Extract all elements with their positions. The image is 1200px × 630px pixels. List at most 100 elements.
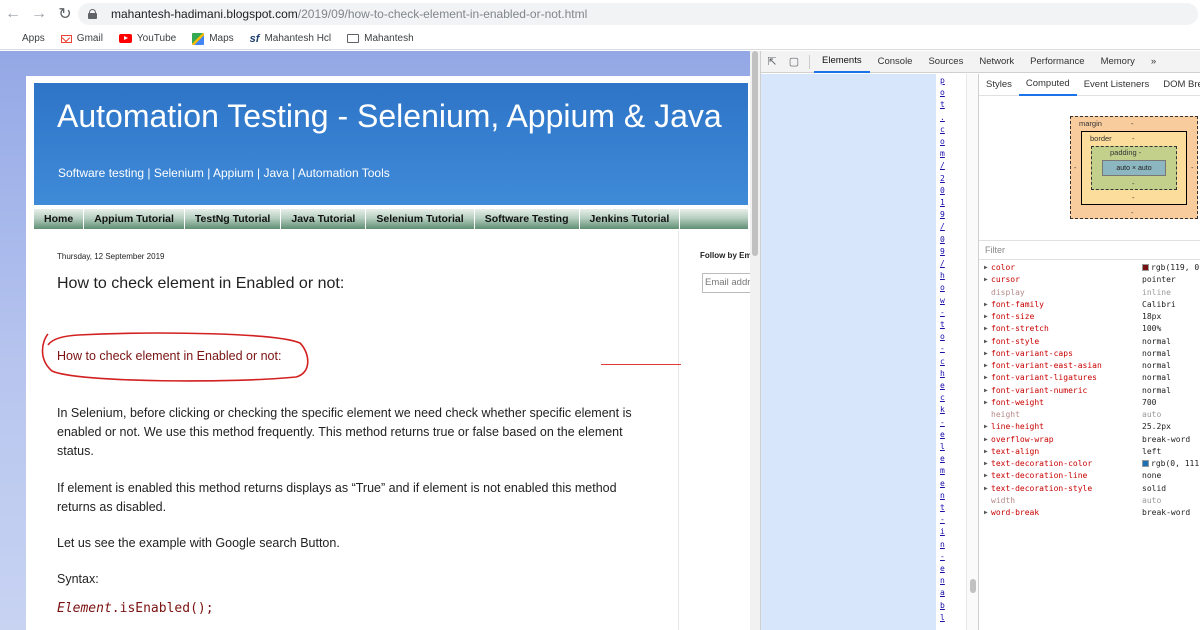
bookmark-maps[interactable]: Maps [192, 32, 234, 45]
post-date: Thursday, 12 September 2019 [57, 252, 165, 261]
property-value-text: rgb(119, 0 [1151, 263, 1200, 272]
expand-triangle-icon[interactable]: ▶ [984, 350, 988, 357]
tab-elements[interactable]: Elements [814, 51, 870, 73]
tab-console[interactable]: Console [870, 51, 921, 73]
computed-property-row[interactable]: width auto [979, 496, 1200, 508]
computed-property-row[interactable]: ▶ text-decoration-color rgb(0, 111 [979, 459, 1200, 471]
blog-title[interactable]: Automation Testing - Selenium, Appium & … [57, 98, 722, 135]
computed-property-row[interactable]: ▶ font-variant-numeric normal [979, 386, 1200, 398]
expand-triangle-icon[interactable]: ▶ [984, 460, 988, 467]
property-name: overflow-wrap [991, 434, 1054, 444]
expand-triangle-icon[interactable]: ▶ [984, 264, 988, 271]
computed-property-row[interactable]: ▶ color rgb(119, 0 [979, 263, 1200, 275]
computed-property-row[interactable]: ▶ word-break break-word [979, 508, 1200, 520]
address-bar[interactable]: mahantesh-hadimani.blogspot.com/2019/09/… [78, 3, 1198, 25]
computed-property-row[interactable]: ▶ font-family Calibri [979, 300, 1200, 312]
expand-triangle-icon[interactable]: ▶ [984, 387, 988, 394]
expand-triangle-icon[interactable]: ▶ [984, 509, 988, 516]
color-swatch[interactable] [1142, 460, 1149, 467]
expand-triangle-icon[interactable]: ▶ [984, 448, 988, 455]
expand-triangle-icon[interactable]: ▶ [984, 313, 988, 320]
margin-right-value: - [1191, 163, 1194, 172]
expand-triangle-icon[interactable]: ▶ [984, 472, 988, 479]
folder-icon [347, 34, 360, 43]
computed-property-row[interactable]: ▶ font-style normal [979, 337, 1200, 349]
computed-property-row[interactable]: ▶ font-stretch 100% [979, 324, 1200, 336]
property-value: 18px [1142, 312, 1161, 321]
back-arrow-icon[interactable]: ← [0, 1, 26, 27]
tab-home[interactable]: Home [34, 209, 85, 229]
red-annotation-line [601, 364, 681, 365]
url-text: mahantesh-hadimani.blogspot.com/2019/09/… [111, 7, 587, 21]
expand-triangle-icon[interactable]: ▶ [984, 436, 988, 443]
computed-property-row[interactable]: display inline [979, 288, 1200, 300]
tab-java-tutorial[interactable]: Java Tutorial [281, 209, 367, 229]
reload-icon[interactable]: ↻ [52, 1, 78, 27]
page-scrollbar[interactable] [750, 51, 760, 630]
elements-scrollbar-thumb[interactable] [970, 579, 976, 593]
expand-triangle-icon[interactable]: ▶ [984, 374, 988, 381]
box-model-content: auto × auto [1102, 160, 1166, 176]
elements-tree-pane[interactable] [761, 74, 936, 630]
code-italic: Element [57, 601, 112, 616]
blog-container: Automation Testing - Selenium, Appium & … [26, 76, 760, 630]
expand-triangle-icon[interactable]: ▶ [984, 338, 988, 345]
computed-property-row[interactable]: ▶ font-variant-caps normal [979, 349, 1200, 361]
property-value-text: none [1142, 471, 1162, 481]
bookmark-label: YouTube [136, 33, 177, 44]
property-value: normal [1142, 361, 1171, 370]
tab-styles[interactable]: Styles [979, 74, 1019, 96]
computed-property-row[interactable]: ▶ text-decoration-style solid [979, 484, 1200, 496]
color-swatch[interactable] [1142, 264, 1149, 271]
tab-sources[interactable]: Sources [920, 51, 971, 73]
computed-property-row[interactable]: ▶ text-decoration-line none [979, 471, 1200, 483]
elements-scrollbar[interactable] [966, 74, 978, 630]
post-paragraph-4: Syntax: [57, 572, 99, 586]
tab-jenkins-tutorial[interactable]: Jenkins Tutorial [580, 209, 681, 229]
tab-testng-tutorial[interactable]: TestNg Tutorial [185, 209, 282, 229]
forward-arrow-icon[interactable]: → [26, 1, 52, 27]
expand-triangle-icon[interactable]: ▶ [984, 276, 988, 283]
page-scrollbar-thumb[interactable] [752, 51, 758, 256]
device-toolbar-icon[interactable]: ▢ [783, 51, 805, 73]
property-name: height [991, 410, 1020, 419]
tab-computed[interactable]: Computed [1018, 74, 1077, 96]
expand-triangle-icon[interactable]: ▶ [984, 423, 988, 430]
computed-property-row[interactable]: height auto [979, 410, 1200, 422]
inspect-element-icon[interactable]: ⇱ [761, 51, 783, 73]
tab-network[interactable]: Network [971, 51, 1022, 73]
property-name: color [991, 263, 1016, 272]
computed-property-row[interactable]: ▶ font-weight 700 [979, 398, 1200, 410]
computed-property-row[interactable]: ▶ text-align left [979, 447, 1200, 459]
vertical-wrapped-link[interactable]: p o t. c o m/2 0 1 9/0 9/h o w - t o - c h e c k - e l e m e n t - i n -… [936, 74, 951, 630]
bookmark-youtube[interactable]: YouTube [118, 33, 177, 44]
computed-property-row[interactable]: ▶ line-height 25.2px [979, 422, 1200, 434]
tab-dom-breakpoints[interactable]: DOM Bre [1156, 74, 1200, 96]
bookmark-mahantesh[interactable]: Mahantesh [347, 33, 414, 44]
tab-memory[interactable]: Memory [1093, 51, 1143, 73]
computed-filter-input[interactable]: Filter [979, 240, 1200, 260]
bookmark-label: Apps [22, 33, 45, 44]
expand-triangle-icon[interactable]: ▶ [984, 362, 988, 369]
property-value: rgb(0, 111 [1142, 459, 1199, 468]
expand-triangle-icon[interactable]: ▶ [984, 325, 988, 332]
computed-property-row[interactable]: ▶ overflow-wrap break-word [979, 435, 1200, 447]
property-value: pointer [1142, 275, 1176, 284]
computed-property-row[interactable]: ▶ font-size 18px [979, 312, 1200, 324]
computed-property-row[interactable]: ▶ font-variant-ligatures normal [979, 373, 1200, 385]
expand-triangle-icon[interactable]: ▶ [984, 301, 988, 308]
tab-appium-tutorial[interactable]: Appium Tutorial [84, 209, 185, 229]
tab-event-listeners[interactable]: Event Listeners [1077, 74, 1156, 96]
link-char: - [940, 307, 945, 317]
bookmark-mahantesh-hcl[interactable]: sf Mahantesh Hcl [250, 33, 331, 45]
tab-selenium-tutorial[interactable]: Selenium Tutorial [366, 209, 475, 229]
expand-triangle-icon[interactable]: ▶ [984, 485, 988, 492]
tab-software-testing[interactable]: Software Testing [475, 209, 580, 229]
computed-property-row[interactable]: ▶ cursor pointer [979, 275, 1200, 287]
computed-property-row[interactable]: ▶ font-variant-east-asian normal [979, 361, 1200, 373]
bookmark-gmail[interactable]: Gmail [60, 33, 103, 44]
more-tabs-icon[interactable]: » [1143, 51, 1164, 73]
bookmark-apps[interactable]: Apps [6, 33, 45, 44]
tab-performance[interactable]: Performance [1022, 51, 1092, 73]
expand-triangle-icon[interactable]: ▶ [984, 399, 988, 406]
